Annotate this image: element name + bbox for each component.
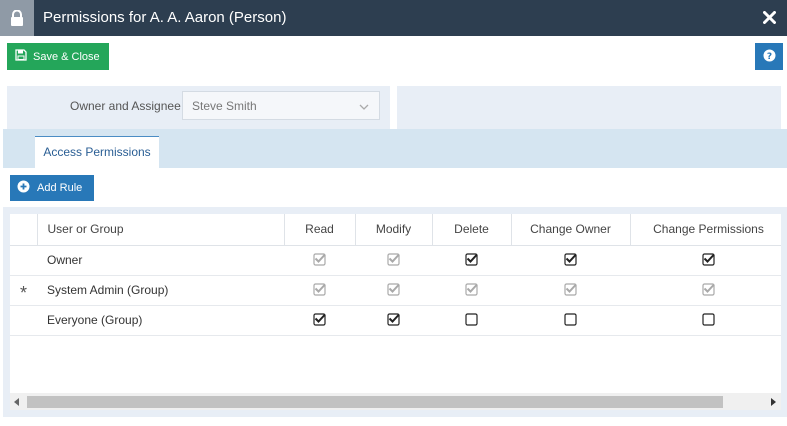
cell-change-permissions (630, 305, 781, 336)
checkbox-read (312, 282, 327, 299)
save-close-button[interactable]: Save & Close (7, 43, 109, 70)
owner-value: Steve Smith (192, 98, 257, 113)
row-marker (10, 305, 37, 336)
checkbox-modify (386, 282, 401, 299)
cell-read (284, 245, 355, 276)
checkbox-change-owner (563, 282, 578, 299)
checkbox-modify[interactable] (386, 312, 401, 329)
cell-modify (355, 245, 432, 276)
checkbox-delete (464, 282, 479, 299)
row-name: Owner (37, 245, 284, 276)
permissions-grid-container: User or Group Read Modify Delete Change … (3, 207, 787, 417)
row-name: System Admin (Group) (37, 275, 284, 306)
checkbox-read[interactable] (312, 312, 327, 329)
cell-change-permissions (630, 245, 781, 276)
checkbox-change-permissions[interactable] (701, 252, 716, 269)
plus-circle-icon (17, 180, 30, 196)
cell-read (284, 275, 355, 306)
row-marker: * (10, 275, 37, 306)
cell-read (284, 305, 355, 336)
header-user-or-group[interactable]: User or Group (37, 214, 285, 246)
window-title: Permissions for A. A. Aaron (Person) (43, 9, 287, 26)
chevron-down-icon (359, 100, 369, 114)
close-icon[interactable] (761, 9, 777, 25)
cell-change-permissions (630, 275, 781, 306)
grid-header-row: User or Group Read Modify Delete Change … (10, 214, 781, 246)
checkbox-change-owner[interactable] (563, 252, 578, 269)
add-rule-button[interactable]: Add Rule (10, 175, 94, 201)
table-row[interactable]: Everyone (Group) (10, 305, 781, 336)
permissions-grid: User or Group Read Modify Delete Change … (10, 214, 781, 393)
checkbox-read (312, 252, 327, 269)
header-read[interactable]: Read (284, 214, 356, 246)
tab-access-permissions[interactable]: Access Permissions (35, 136, 159, 168)
row-name: Everyone (Group) (37, 305, 284, 336)
table-row[interactable]: Owner (10, 245, 781, 276)
header-delete[interactable]: Delete (432, 214, 512, 246)
scroll-right-icon[interactable] (771, 398, 776, 406)
checkbox-delete[interactable] (464, 252, 479, 269)
cell-modify (355, 305, 432, 336)
save-close-label: Save & Close (33, 50, 100, 63)
owner-label: Owner and Assignee (70, 99, 181, 113)
title-bar: Permissions for A. A. Aaron (Person) (0, 0, 787, 36)
checkbox-change-permissions[interactable] (701, 312, 716, 329)
cell-delete (432, 305, 511, 336)
floppy-disk-icon (15, 49, 27, 64)
tab-strip: Access Permissions (3, 129, 787, 168)
question-circle-icon: ? (763, 49, 776, 65)
checkbox-change-owner[interactable] (563, 312, 578, 329)
header-change-owner[interactable]: Change Owner (511, 214, 631, 246)
cell-delete (432, 275, 511, 306)
checkbox-change-permissions (701, 282, 716, 299)
scroll-thumb[interactable] (27, 396, 723, 408)
header-modify[interactable]: Modify (355, 214, 433, 246)
scroll-left-icon[interactable] (14, 398, 19, 406)
checkbox-modify (386, 252, 401, 269)
cell-modify (355, 275, 432, 306)
owner-panel: Owner and Assignee Steve Smith (7, 86, 390, 129)
header-change-permissions[interactable]: Change Permissions (630, 214, 781, 246)
help-button[interactable]: ? (755, 43, 783, 70)
cell-delete (432, 245, 511, 276)
cell-change-owner (511, 305, 630, 336)
owner-select[interactable]: Steve Smith (182, 91, 380, 120)
svg-text:?: ? (766, 52, 771, 62)
cell-change-owner (511, 245, 630, 276)
row-marker (10, 245, 37, 276)
header-gutter (10, 214, 38, 246)
add-rule-label: Add Rule (37, 182, 83, 194)
table-row[interactable]: * System Admin (Group) (10, 275, 781, 306)
side-panel (397, 86, 781, 129)
lock-icon (0, 0, 34, 36)
horizontal-scrollbar[interactable] (10, 393, 781, 410)
cell-change-owner (511, 275, 630, 306)
checkbox-delete[interactable] (464, 312, 479, 329)
